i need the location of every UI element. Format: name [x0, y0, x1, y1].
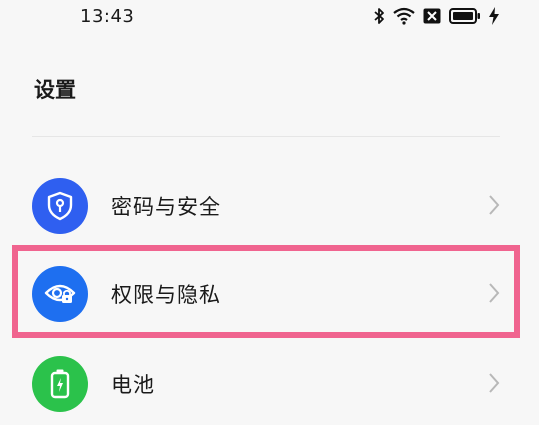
page-title: 设置 [34, 78, 76, 102]
highlight-box [12, 245, 520, 338]
bluetooth-icon [374, 8, 384, 24]
status-icons [373, 7, 499, 25]
charging-icon [489, 7, 499, 25]
settings-item-password-security[interactable]: 密码与安全 [0, 170, 539, 242]
shield-lock-icon [32, 178, 88, 234]
divider [32, 136, 500, 137]
wifi-icon [393, 7, 415, 25]
status-time: 13:43 [80, 6, 135, 27]
chevron-right-icon [489, 195, 500, 215]
sim-off-icon [423, 8, 441, 24]
status-bar: 13:43 [0, 0, 539, 36]
settings-item-label: 电池 [111, 373, 155, 397]
settings-item-battery[interactable]: 电池 [0, 348, 539, 420]
battery-charge-icon [32, 356, 88, 412]
battery-icon [449, 8, 480, 24]
chevron-right-icon [489, 373, 500, 393]
settings-item-label: 密码与安全 [111, 195, 221, 219]
